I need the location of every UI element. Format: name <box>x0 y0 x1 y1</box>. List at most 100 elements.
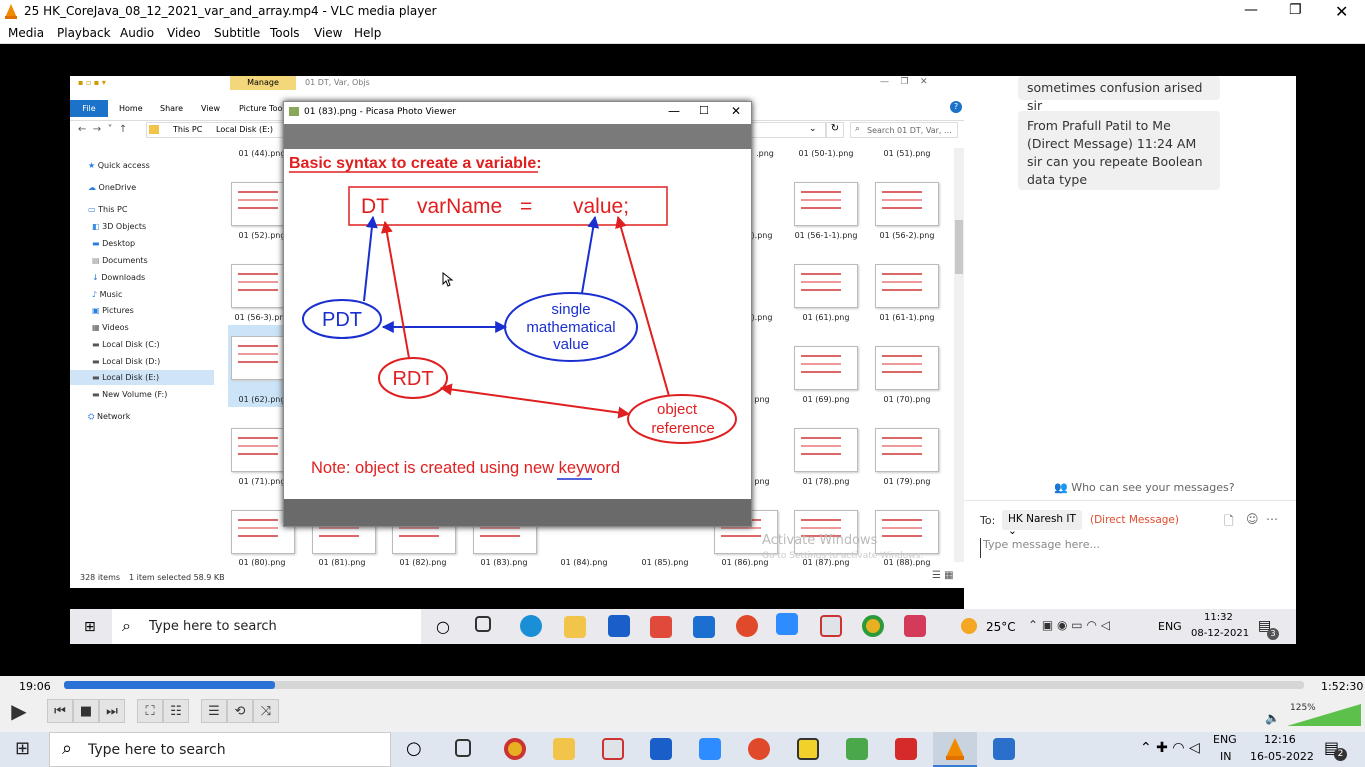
file-thumbnail[interactable] <box>794 346 858 390</box>
nav-network[interactable]: ⛭ Network <box>88 412 130 422</box>
nav-arrows-icon[interactable]: ← → ˅ ↑ <box>78 124 127 135</box>
nav-documents[interactable]: ▤ Documents <box>92 256 148 265</box>
volume-slider[interactable] <box>1287 704 1361 726</box>
breadcrumb-local-disk[interactable]: Local Disk (E:) <box>216 125 273 134</box>
file-label[interactable]: 01 (81).png <box>302 558 382 567</box>
file-label[interactable]: 01 (84).png <box>544 558 624 567</box>
file-explorer-icon[interactable] <box>564 616 586 638</box>
menu-subtitle[interactable]: Subtitle <box>214 26 260 40</box>
file-thumbnail[interactable] <box>794 264 858 308</box>
file-label[interactable]: 01 (51).png <box>867 149 947 158</box>
sticky-notes-icon[interactable] <box>797 738 819 760</box>
menu-audio[interactable]: Audio <box>120 26 154 40</box>
taskbar-search-box[interactable]: ⌕ Type here to search <box>49 732 391 767</box>
record-app-icon[interactable] <box>736 615 758 637</box>
help-icon[interactable]: ? <box>950 101 962 113</box>
file-label[interactable]: 01 (83).png <box>464 558 544 567</box>
cortana-icon[interactable]: ○ <box>406 738 422 759</box>
refresh-button[interactable]: ↻ <box>826 122 844 138</box>
screen-recorder-icon[interactable] <box>904 615 926 637</box>
menu-help[interactable]: Help <box>354 26 381 40</box>
file-label[interactable]: 01 (70).png <box>867 395 947 404</box>
emoji-icon[interactable]: ☺ <box>1246 512 1259 526</box>
file-explorer-icon[interactable] <box>553 738 575 760</box>
file-thumbnail[interactable] <box>794 428 858 472</box>
file-label[interactable]: 01 (82).png <box>383 558 463 567</box>
file-label[interactable]: 01 (50-1).png <box>786 149 866 158</box>
nav-videos[interactable]: ▦ Videos <box>92 323 129 332</box>
recipient-select[interactable]: HK Naresh IT ⌄ <box>1002 510 1082 537</box>
manage-tab[interactable]: Manage <box>230 76 296 90</box>
file-thumbnail[interactable] <box>875 428 939 472</box>
file-label[interactable]: 01 (69).png <box>786 395 866 404</box>
file-label[interactable]: 01 (56-2).png <box>867 231 947 240</box>
scrollbar-thumb[interactable] <box>955 220 963 274</box>
playlist-button[interactable]: ☰ <box>201 699 227 723</box>
zoom-icon[interactable] <box>699 738 721 760</box>
picasa-minimize-button[interactable]: — <box>668 104 680 118</box>
zoom-icon[interactable] <box>776 613 798 635</box>
weather-icon[interactable] <box>961 618 977 634</box>
loop-button[interactable]: ⟲ <box>227 699 253 723</box>
restore-button[interactable]: ❐ <box>1289 2 1302 18</box>
file-thumbnail[interactable] <box>875 510 939 554</box>
chat-message-input[interactable]: Type message here... <box>980 538 1280 558</box>
snip-icon[interactable] <box>820 615 842 637</box>
menu-playback[interactable]: Playback <box>57 26 111 40</box>
record-app-icon[interactable] <box>748 738 770 760</box>
menu-view[interactable]: View <box>314 26 342 40</box>
close-button[interactable]: ✕ <box>1335 2 1348 21</box>
file-thumbnail[interactable] <box>875 182 939 226</box>
edge-icon[interactable] <box>520 615 542 637</box>
vlc-taskbar-active[interactable] <box>933 732 977 767</box>
mail-icon[interactable] <box>693 616 715 638</box>
nav-onedrive[interactable]: ☁ OneDrive <box>88 183 136 192</box>
file-icon[interactable]: 🗋 <box>1224 512 1234 533</box>
store-icon[interactable] <box>650 738 672 760</box>
tab-view[interactable]: View <box>201 104 220 113</box>
file-label[interactable]: 01 (85).png <box>625 558 705 567</box>
who-can-see-link[interactable]: 👥 Who can see your messages? <box>1054 481 1235 494</box>
pdf-icon[interactable] <box>895 738 917 760</box>
nav-downloads[interactable]: ↓ Downloads <box>92 273 145 282</box>
store-icon[interactable] <box>608 615 630 637</box>
picasa-close-button[interactable]: ✕ <box>731 104 741 118</box>
view-toggle-icon[interactable]: ☰ ▦ <box>932 570 954 581</box>
file-label[interactable]: 01 (80).png <box>222 558 302 567</box>
cortana-icon[interactable]: ○ <box>436 617 450 636</box>
inner-search-box[interactable]: ⌕ Type here to search <box>112 609 421 644</box>
explorer-window-controls[interactable]: — ❐ ✕ <box>880 77 928 87</box>
file-label[interactable]: 01 (61).png <box>786 313 866 322</box>
task-view-icon[interactable] <box>475 616 491 632</box>
file-label[interactable]: 01 (78).png <box>786 477 866 486</box>
file-thumbnail[interactable] <box>875 264 939 308</box>
chevron-down-icon[interactable]: ⌄ <box>809 124 817 134</box>
nav-this-pc[interactable]: ▭ This PC <box>88 205 127 214</box>
nav-local-d[interactable]: ▬ Local Disk (D:) <box>92 357 160 366</box>
menu-video[interactable]: Video <box>167 26 201 40</box>
nav-music[interactable]: ♪ Music <box>92 290 122 299</box>
file-label[interactable]: 01 (61-1).png <box>867 313 947 322</box>
chrome-icon[interactable] <box>862 615 884 637</box>
menu-media[interactable]: Media <box>8 26 44 40</box>
nav-3d-objects[interactable]: ◧ 3D Objects <box>92 222 146 231</box>
tab-file[interactable]: File <box>70 100 108 117</box>
tab-picture-tools[interactable]: Picture Tools <box>239 104 289 113</box>
play-button[interactable]: ▶ <box>5 699 33 723</box>
breadcrumb-this-pc[interactable]: This PC <box>173 125 202 134</box>
tray-icons[interactable]: ⌃ ▣ ◉ ▭ ◠ ◁ <box>1028 618 1110 632</box>
file-thumbnail[interactable] <box>875 346 939 390</box>
nav-quick-access[interactable]: ★ Quick access <box>88 161 150 170</box>
nav-local-e[interactable]: ▬ Local Disk (E:) <box>92 373 159 382</box>
search-input[interactable]: ⌕ Search 01 DT, Var, ... <box>850 122 958 138</box>
gift-icon[interactable] <box>650 616 672 638</box>
windows-start-icon[interactable]: ⊞ <box>84 619 96 635</box>
file-thumbnail[interactable] <box>794 182 858 226</box>
next-button[interactable]: ⏭ <box>99 699 125 723</box>
nav-local-c[interactable]: ▬ Local Disk (C:) <box>92 340 160 349</box>
extended-settings-button[interactable]: ☷ <box>163 699 189 723</box>
minimize-button[interactable]: — <box>1244 2 1258 18</box>
shuffle-button[interactable]: ⤨ <box>253 699 279 723</box>
file-label[interactable]: 01 (56-1-1).png <box>786 231 866 240</box>
photos-icon[interactable] <box>993 738 1015 760</box>
